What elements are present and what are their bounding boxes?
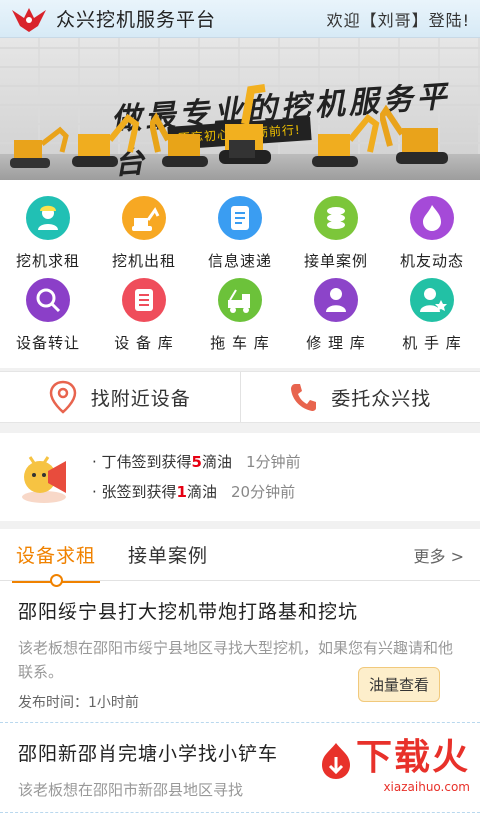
feature-label: 修 理 库 [306, 332, 366, 353]
excavator-icon [205, 82, 295, 172]
feature-label: 信息速递 [208, 250, 272, 271]
app-title: 众兴挖机服务平台 [56, 5, 327, 32]
feature-document-button[interactable]: 信息速递 [192, 196, 288, 278]
feature-coins-button[interactable]: 接单案例 [288, 196, 384, 278]
feature-label: 挖机求租 [16, 250, 80, 271]
entrust-button[interactable]: 委托众兴找 [240, 372, 480, 422]
tow-truck-icon [218, 278, 262, 322]
worker-icon [26, 196, 70, 240]
phone-icon [289, 382, 317, 412]
feature-label: 设 备 库 [114, 332, 174, 353]
location-pin-icon [49, 380, 77, 414]
star-person-icon [410, 278, 454, 322]
entrust-label: 委托众兴找 [331, 384, 431, 411]
banner[interactable]: 做最专业的挖机服务平台 不忘初心，砥砺前行! [0, 38, 480, 180]
feature-star-person-button[interactable]: 机 手 库 [384, 278, 480, 360]
feature-label: 挖机出租 [112, 250, 176, 271]
search-person-icon [26, 278, 70, 322]
flame-icon [410, 196, 454, 240]
watermark-text: 下载火 [356, 728, 470, 780]
find-nearby-label: 找附近设备 [91, 384, 191, 411]
top-bar: 众兴挖机服务平台 欢迎【刘哥】登陆! [0, 0, 480, 38]
news-line: · 张签到获得1滴油20分钟前 [92, 477, 301, 507]
item-title: 邵阳绥宁县打大挖机带炮打路基和挖坑 [18, 597, 462, 624]
watermark: 下载火 xiazaihuo.com [310, 724, 476, 798]
feature-mechanic-button[interactable]: 修 理 库 [288, 278, 384, 360]
coins-icon [314, 196, 358, 240]
excavator-icon [122, 196, 166, 240]
feature-worker-button[interactable]: 挖机求租 [0, 196, 96, 278]
feature-grid: 挖机求租 挖机出租 信息速递 接单案例 机友动态设备转让 设 备 库 拖 车 库 修 理 库 机… [0, 180, 480, 368]
list-item[interactable]: 邵阳绥宁县打大挖机带炮打路基和挖坑 该老板想在邵阳市绥宁县地区寻找大型挖机，如果… [0, 581, 480, 723]
excavator-icon [380, 102, 470, 172]
feature-label: 接单案例 [304, 250, 368, 271]
megaphone-icon [16, 449, 72, 505]
mechanic-icon [314, 278, 358, 322]
feature-flame-button[interactable]: 机友动态 [384, 196, 480, 278]
feature-label: 设备转让 [16, 332, 80, 353]
more-link[interactable]: 更多 > [414, 543, 465, 567]
document-icon [218, 196, 262, 240]
welcome-text[interactable]: 欢迎【刘哥】登陆! [327, 7, 470, 31]
find-nearby-button[interactable]: 找附近设备 [0, 372, 240, 422]
news-ticker[interactable]: · 丁伟签到获得5滴油1分钟前 · 张签到获得1滴油20分钟前 [0, 433, 480, 521]
excavator-icon [60, 112, 140, 172]
tab-order-cases[interactable]: 接单案例 [128, 541, 208, 568]
feature-label: 机 手 库 [402, 332, 462, 353]
listing-tabs: 设备求租 接单案例 更多 > [0, 529, 480, 581]
check-fuel-button[interactable]: 油量查看 [358, 667, 440, 702]
action-bar: 找附近设备 委托众兴找 [0, 371, 480, 423]
feature-search-person-button[interactable]: 设备转让 [0, 278, 96, 360]
news-line: · 丁伟签到获得5滴油1分钟前 [92, 447, 301, 477]
feature-label: 机友动态 [400, 250, 464, 271]
download-icon [316, 741, 356, 781]
feature-list-button[interactable]: 设 备 库 [96, 278, 192, 360]
watermark-url: xiazaihuo.com [356, 780, 470, 794]
excavator-icon [300, 112, 380, 172]
feature-label: 拖 车 库 [210, 332, 270, 353]
list-icon [122, 278, 166, 322]
tab-equipment-rent[interactable]: 设备求租 [16, 541, 96, 568]
feature-tow-truck-button[interactable]: 拖 车 库 [192, 278, 288, 360]
logo-icon [10, 4, 48, 34]
feature-excavator-button[interactable]: 挖机出租 [96, 196, 192, 278]
